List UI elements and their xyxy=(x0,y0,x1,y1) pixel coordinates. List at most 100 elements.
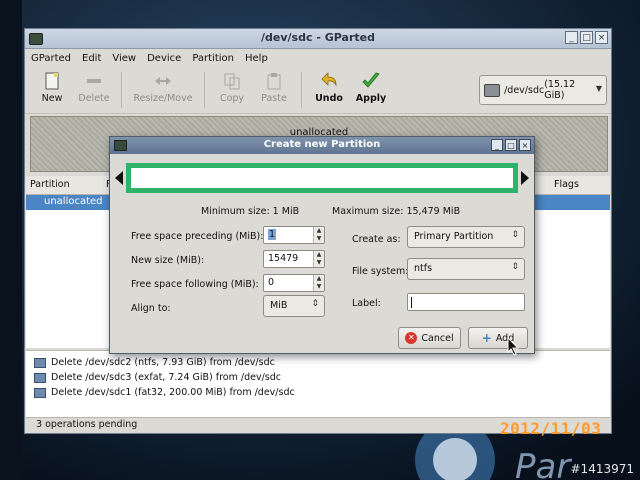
window-titlebar[interactable]: /dev/sdc - GParted _ □ × xyxy=(25,29,611,49)
close-button[interactable]: × xyxy=(519,139,531,151)
delete-icon xyxy=(87,79,101,83)
menu-view[interactable]: View xyxy=(112,53,136,64)
close-button[interactable]: × xyxy=(595,31,608,44)
new-button[interactable]: New xyxy=(31,67,73,104)
resize-move-label: Resize/Move xyxy=(133,93,193,104)
device-size: (15.12 GiB) xyxy=(544,79,576,101)
apply-button[interactable]: Apply xyxy=(350,67,392,104)
updown-chevron-icon: ⇕ xyxy=(511,262,519,272)
spin-up-icon[interactable]: ▲ xyxy=(314,227,324,235)
operation-text: Delete /dev/sdc2 (ntfs, 7.93 GiB) from /… xyxy=(51,357,275,368)
column-partition[interactable]: Partition xyxy=(30,179,70,190)
undo-icon xyxy=(321,72,337,87)
free-preceding-spin[interactable]: 1 ▲ ▼ xyxy=(263,226,325,244)
toolbar: New Delete Resize/Move Copy Paste Undo A… xyxy=(25,67,611,114)
menu-device[interactable]: Device xyxy=(147,53,181,64)
paste-button[interactable]: Paste xyxy=(253,67,295,104)
cancel-label: Cancel xyxy=(421,332,454,344)
checkmark-icon xyxy=(362,72,380,88)
new-size-label: New size (MiB): xyxy=(131,255,205,266)
partition-resizer[interactable] xyxy=(115,161,529,201)
menu-edit[interactable]: Edit xyxy=(82,53,101,64)
new-partition-preview[interactable] xyxy=(126,163,518,193)
dialog-title: Create new Partition xyxy=(263,139,381,150)
operation-icon xyxy=(34,387,46,398)
maximize-button[interactable]: □ xyxy=(505,139,517,151)
resize-right-handle-icon[interactable] xyxy=(521,171,529,185)
operation-text: Delete /dev/sdc3 (exfat, 7.24 GiB) from … xyxy=(51,372,281,383)
undo-button[interactable]: Undo xyxy=(308,67,350,104)
minimize-button[interactable]: _ xyxy=(565,31,578,44)
disk-icon xyxy=(484,83,501,97)
copy-label: Copy xyxy=(219,93,245,104)
cancel-button[interactable]: ✕ Cancel xyxy=(398,327,461,349)
spin-down-icon[interactable]: ▼ xyxy=(314,259,324,267)
window-title: /dev/sdc - GParted xyxy=(261,31,375,44)
copy-button[interactable]: Copy xyxy=(211,67,253,104)
undo-label: Undo xyxy=(315,93,343,104)
free-following-label: Free space following (MiB): xyxy=(131,279,259,290)
status-text: 3 operations pending xyxy=(36,419,138,430)
menu-gparted[interactable]: GParted xyxy=(31,53,71,64)
chevron-down-icon: ▼ xyxy=(595,84,602,93)
create-partition-dialog: Create new Partition _ □ × Minimum size:… xyxy=(109,136,535,354)
new-size-value: 15479 xyxy=(268,253,299,264)
device-path: /dev/sdc xyxy=(504,84,545,96)
free-preceding-label: Free space preceding (MiB): xyxy=(131,231,264,242)
list-item[interactable]: Delete /dev/sdc3 (exfat, 7.24 GiB) from … xyxy=(26,370,610,385)
spin-down-icon[interactable]: ▼ xyxy=(314,283,324,291)
operation-icon xyxy=(34,372,46,383)
spin-down-icon[interactable]: ▼ xyxy=(314,235,324,243)
text-caret xyxy=(411,297,412,308)
partition-label-label: Label: xyxy=(352,298,381,309)
free-preceding-value: 1 xyxy=(268,229,277,240)
new-document-icon xyxy=(45,72,59,90)
device-selector[interactable]: /dev/sdc (15.12 GiB) ▼ xyxy=(479,75,607,105)
maximize-button[interactable]: □ xyxy=(580,31,593,44)
create-as-combo[interactable]: Primary Partition ⇕ xyxy=(407,226,525,248)
resize-left-handle-icon[interactable] xyxy=(115,171,123,185)
maximum-size-label: Maximum size: 15,479 MiB xyxy=(332,206,461,217)
new-size-spin[interactable]: 15479 ▲ ▼ xyxy=(263,250,325,268)
photo-date-stamp: 2012/11/03 xyxy=(500,419,602,438)
align-to-label: Align to: xyxy=(131,303,171,314)
create-as-value: Primary Partition xyxy=(414,231,494,242)
column-flags[interactable]: Flags xyxy=(554,179,579,190)
partition-name: unallocated xyxy=(44,196,103,207)
mouse-pointer-icon xyxy=(507,337,520,356)
paste-icon xyxy=(267,73,281,90)
minimum-size-label: Minimum size: 1 MiB xyxy=(201,206,300,217)
operation-text: Delete /dev/sdc1 (fat32, 200.00 MiB) fro… xyxy=(51,387,295,398)
menubar: GParted Edit View Device Partition Help xyxy=(25,49,611,67)
apply-label: Apply xyxy=(355,93,387,104)
cancel-icon: ✕ xyxy=(405,332,418,344)
partition-label-input[interactable] xyxy=(407,293,525,311)
operation-icon xyxy=(34,357,46,368)
free-following-value: 0 xyxy=(268,277,275,288)
dialog-titlebar[interactable]: Create new Partition _ □ × xyxy=(110,137,534,154)
svg-text:Par: Par xyxy=(515,447,572,480)
list-item[interactable]: Delete /dev/sdc2 (ntfs, 7.93 GiB) from /… xyxy=(26,355,610,370)
delete-button[interactable]: Delete xyxy=(73,67,115,104)
file-system-combo[interactable]: ntfs ⇕ xyxy=(407,258,525,280)
plus-icon: + xyxy=(481,331,492,345)
resize-move-button[interactable]: Resize/Move xyxy=(128,67,198,104)
toolbar-separator xyxy=(204,72,205,108)
create-as-label: Create as: xyxy=(352,234,401,245)
menu-partition[interactable]: Partition xyxy=(192,53,234,64)
spin-up-icon[interactable]: ▲ xyxy=(314,275,324,283)
toolbar-separator xyxy=(301,72,302,108)
updown-chevron-icon: ⇕ xyxy=(311,299,319,309)
photo-watermark: #1413971 xyxy=(570,462,635,476)
free-following-spin[interactable]: 0 ▲ ▼ xyxy=(263,274,325,292)
spin-up-icon[interactable]: ▲ xyxy=(314,251,324,259)
resize-move-icon xyxy=(155,77,171,85)
paste-label: Paste xyxy=(261,93,287,104)
file-system-value: ntfs xyxy=(414,263,433,274)
menu-help[interactable]: Help xyxy=(245,53,268,64)
delete-label: Delete xyxy=(78,93,110,104)
align-to-combo[interactable]: MiB ⇕ xyxy=(263,295,325,317)
pending-operations-list[interactable]: Delete /dev/sdc2 (ntfs, 7.93 GiB) from /… xyxy=(26,350,610,417)
list-item[interactable]: Delete /dev/sdc1 (fat32, 200.00 MiB) fro… xyxy=(26,385,610,400)
minimize-button[interactable]: _ xyxy=(491,139,503,151)
